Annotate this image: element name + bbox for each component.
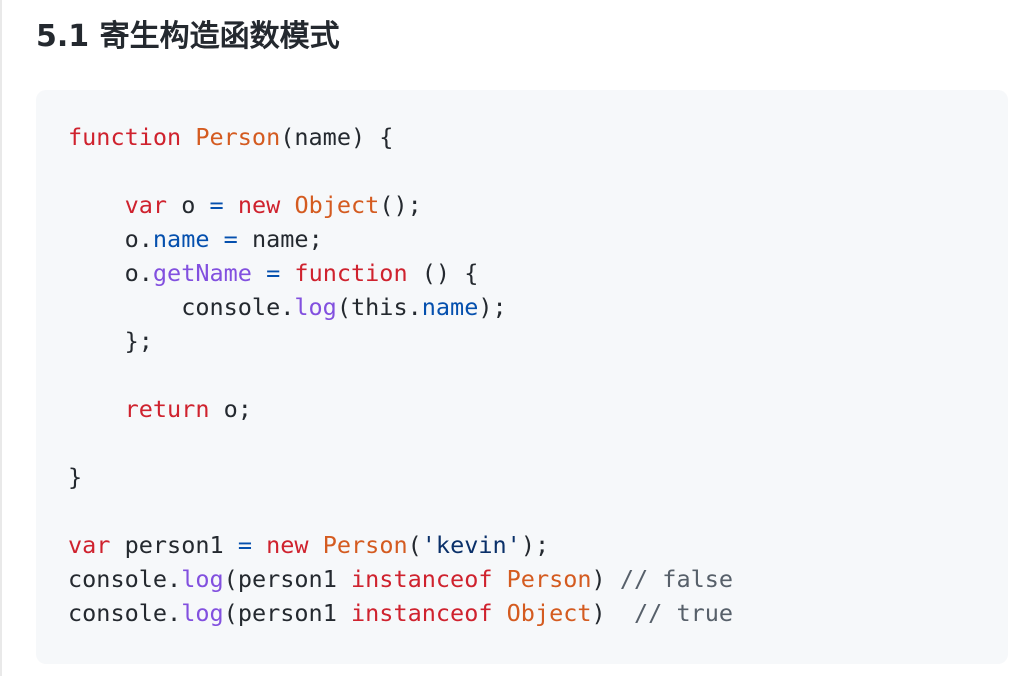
code-line: o.getName = function () { (124, 259, 479, 287)
section-heading: 5.1 寄生构造函数模式 (36, 19, 340, 54)
code-line: var o = new Object(); (124, 191, 422, 219)
code-line: } (68, 463, 83, 491)
code-line: var person1 = new Person('kevin'); (68, 531, 550, 559)
code-line: console.log(this.name); (181, 293, 507, 321)
code-line: console.log(person1 instanceof Person) /… (68, 565, 734, 593)
code-block[interactable]: function Person(name) { var o = new Obje… (36, 90, 1008, 664)
code-line: return o; (124, 395, 252, 423)
code-line: }; (124, 327, 153, 355)
code-line: console.log(person1 instanceof Object) /… (68, 599, 734, 627)
code-line: function Person(name) { (68, 123, 394, 151)
left-border (0, 0, 2, 676)
code-content[interactable]: function Person(name) { var o = new Obje… (68, 120, 733, 630)
code-line: o.name = name; (124, 225, 323, 253)
